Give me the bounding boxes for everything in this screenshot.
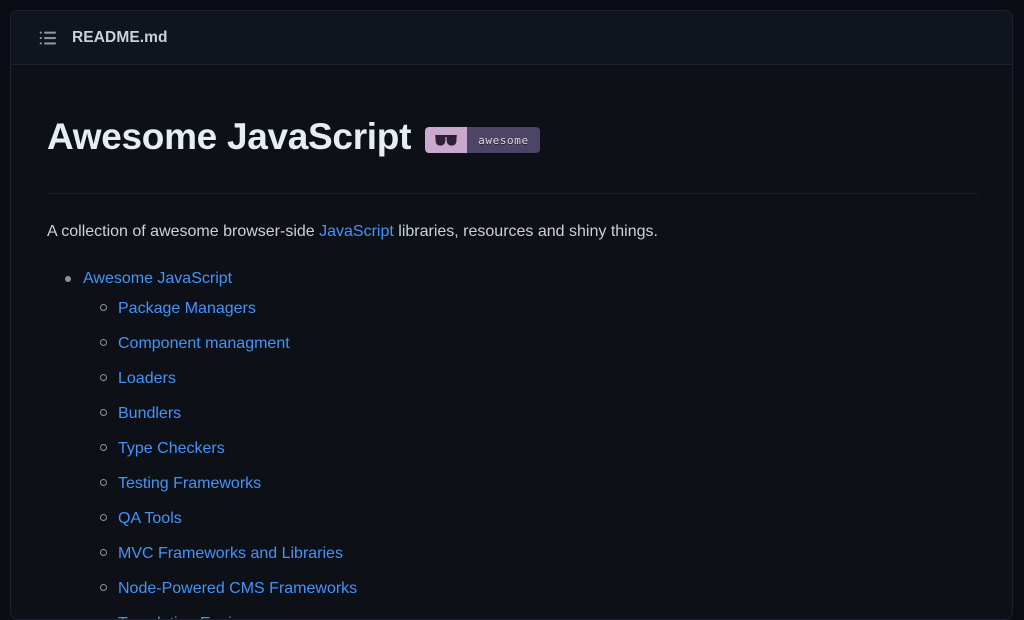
readme-file-panel: README.md Awesome JavaScript awesome A c…: [10, 10, 1013, 620]
badge-label: awesome: [478, 134, 529, 147]
toc-link-bundlers[interactable]: Bundlers: [118, 405, 181, 422]
list-item: Loaders: [118, 361, 978, 396]
list-item: Testing Frameworks: [118, 466, 978, 501]
intro-paragraph: A collection of awesome browser-side Jav…: [47, 220, 978, 245]
file-name-label: README.md: [72, 29, 168, 47]
toc-link-templating-engines[interactable]: Templating Engines: [118, 615, 258, 620]
table-of-contents-icon[interactable]: [39, 29, 57, 47]
list-item: Component managment: [118, 326, 978, 361]
file-header: README.md: [11, 11, 1012, 65]
list-item: Package Managers: [118, 291, 978, 326]
toc-root-item: Awesome JavaScript Package Managers Comp…: [83, 263, 978, 620]
awesome-badge[interactable]: awesome: [425, 127, 540, 153]
toc-list: Awesome JavaScript Package Managers Comp…: [47, 263, 978, 620]
sunglasses-icon: [435, 134, 457, 147]
toc-sublist: Package Managers Component managment Loa…: [83, 291, 978, 620]
toc-link-testing-frameworks[interactable]: Testing Frameworks: [118, 475, 261, 492]
intro-text-after: libraries, resources and shiny things.: [394, 223, 658, 240]
toc-link-qa-tools[interactable]: QA Tools: [118, 510, 182, 527]
list-item: QA Tools: [118, 501, 978, 536]
list-item: Node-Powered CMS Frameworks: [118, 571, 978, 606]
javascript-link[interactable]: JavaScript: [319, 223, 394, 240]
page-title-row: Awesome JavaScript awesome: [47, 91, 978, 194]
toc-link-node-powered-cms-frameworks[interactable]: Node-Powered CMS Frameworks: [118, 580, 357, 597]
toc-link-type-checkers[interactable]: Type Checkers: [118, 440, 225, 457]
intro-text-before: A collection of awesome browser-side: [47, 223, 319, 240]
toc-link-component-managment[interactable]: Component managment: [118, 335, 290, 352]
toc-link-root[interactable]: Awesome JavaScript: [83, 270, 232, 287]
toc-link-loaders[interactable]: Loaders: [118, 370, 176, 387]
page-title: Awesome JavaScript: [47, 116, 411, 159]
markdown-body: Awesome JavaScript awesome A collection …: [11, 65, 1012, 620]
list-item: MVC Frameworks and Libraries: [118, 536, 978, 571]
toc-link-mvc-frameworks-and-libraries[interactable]: MVC Frameworks and Libraries: [118, 545, 343, 562]
badge-label-section: awesome: [467, 127, 540, 153]
list-item: Bundlers: [118, 396, 978, 431]
list-item: Type Checkers: [118, 431, 978, 466]
list-item: Templating Engines: [118, 606, 978, 620]
toc-link-package-managers[interactable]: Package Managers: [118, 300, 256, 317]
badge-icon-section: [425, 127, 467, 153]
